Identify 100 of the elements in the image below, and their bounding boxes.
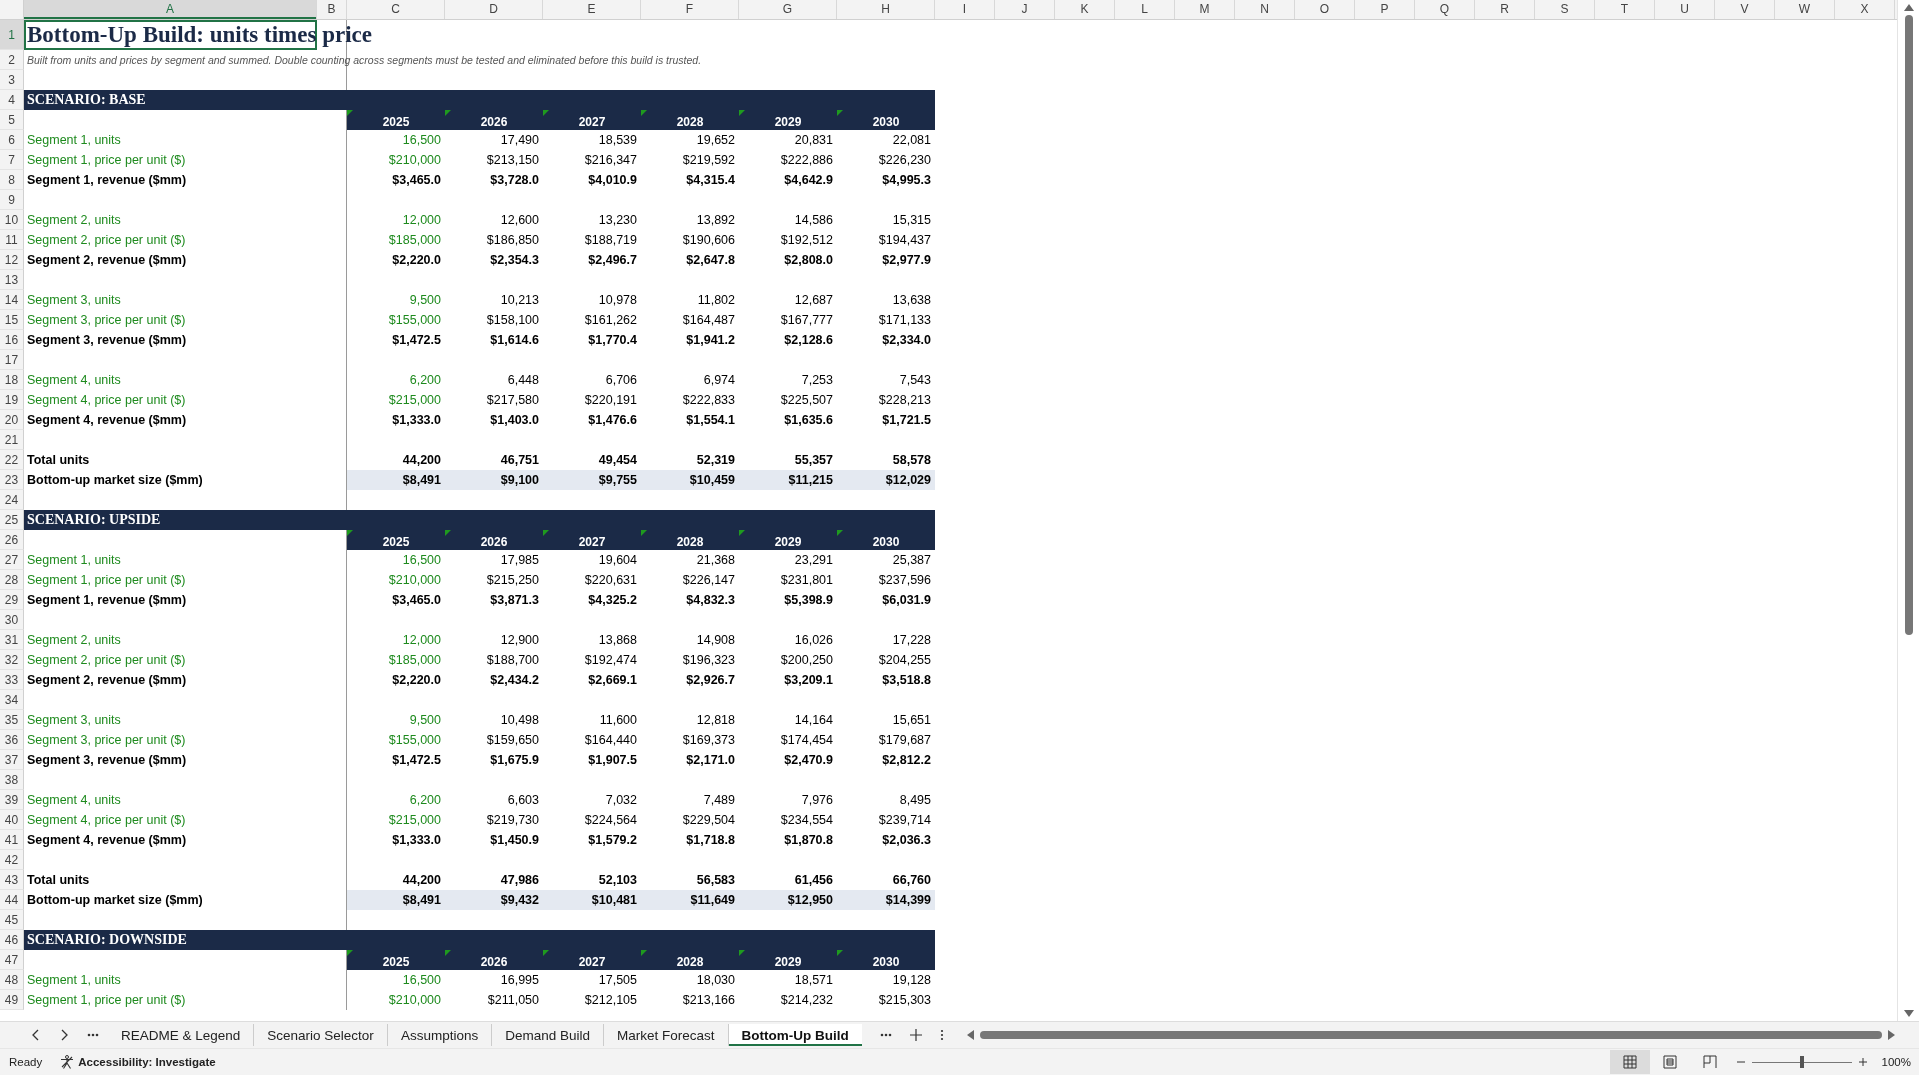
row-number[interactable]: 13 xyxy=(0,270,24,290)
column-header[interactable]: T xyxy=(1595,0,1655,19)
row-label: Segment 2, revenue ($mm) xyxy=(27,673,187,687)
row-number[interactable]: 1 xyxy=(0,20,24,50)
row-number[interactable]: 16 xyxy=(0,330,24,350)
sheet-tab[interactable]: Scenario Selector xyxy=(254,1024,388,1046)
scrollbar-thumb[interactable] xyxy=(1904,15,1913,635)
row-number[interactable]: 7 xyxy=(0,150,24,170)
row-number[interactable]: 10 xyxy=(0,210,24,230)
row-number[interactable]: 18 xyxy=(0,370,24,390)
row-number[interactable]: 22 xyxy=(0,450,24,470)
row-number[interactable]: 41 xyxy=(0,830,24,850)
sheet-tab[interactable]: README & Legend xyxy=(108,1024,255,1046)
row-number[interactable]: 11 xyxy=(0,230,24,250)
column-header[interactable]: K xyxy=(1055,0,1115,19)
row-number[interactable]: 2 xyxy=(0,50,24,70)
scroll-right-icon[interactable] xyxy=(1888,1030,1895,1040)
zoom-level[interactable]: 100% xyxy=(1881,1056,1911,1068)
row-number[interactable]: 32 xyxy=(0,650,24,670)
row-number[interactable]: 42 xyxy=(0,850,24,870)
column-header[interactable]: G xyxy=(739,0,837,19)
scroll-up-icon[interactable] xyxy=(1903,4,1914,11)
row-number[interactable]: 40 xyxy=(0,810,24,830)
row-number[interactable]: 14 xyxy=(0,290,24,310)
scrollbar-thumb[interactable] xyxy=(979,1031,1882,1039)
slider-thumb[interactable] xyxy=(1799,1056,1804,1068)
column-header[interactable]: M xyxy=(1175,0,1235,19)
sheet-tab[interactable]: Assumptions xyxy=(387,1024,493,1046)
column-header[interactable]: X xyxy=(1835,0,1895,19)
row-number[interactable]: 43 xyxy=(0,870,24,890)
column-header[interactable]: O xyxy=(1295,0,1355,19)
row-number[interactable]: 31 xyxy=(0,630,24,650)
row-number[interactable]: 29 xyxy=(0,590,24,610)
row-number[interactable]: 30 xyxy=(0,610,24,630)
chevron-left-icon[interactable] xyxy=(31,1029,41,1041)
row-label: Segment 3, revenue ($mm) xyxy=(27,753,187,767)
row-number[interactable]: 26 xyxy=(0,530,24,550)
row-number[interactable]: 23 xyxy=(0,470,24,490)
column-header[interactable]: B xyxy=(317,0,347,19)
row-number[interactable]: 46 xyxy=(0,930,24,950)
column-header[interactable]: U xyxy=(1655,0,1715,19)
column-header[interactable]: V xyxy=(1715,0,1775,19)
more-icon[interactable] xyxy=(879,1033,892,1037)
column-header[interactable]: H xyxy=(837,0,935,19)
row-number[interactable]: 44 xyxy=(0,890,24,910)
accessibility-status[interactable]: Accessibility: Investigate xyxy=(78,1056,216,1068)
view-button[interactable] xyxy=(1609,1050,1650,1074)
column-header[interactable]: A xyxy=(24,0,317,19)
row-number[interactable]: 38 xyxy=(0,770,24,790)
column-header[interactable]: E xyxy=(543,0,641,19)
row-number[interactable]: 17 xyxy=(0,350,24,370)
column-header[interactable]: L xyxy=(1115,0,1175,19)
row-number[interactable]: 25 xyxy=(0,510,24,530)
plus-icon[interactable] xyxy=(909,1029,922,1041)
column-header[interactable]: Q xyxy=(1415,0,1475,19)
row-number[interactable]: 45 xyxy=(0,910,24,930)
column-header[interactable]: F xyxy=(641,0,739,19)
column-header[interactable]: N xyxy=(1235,0,1295,19)
column-header[interactable]: J xyxy=(995,0,1055,19)
row-number[interactable]: 3 xyxy=(0,70,24,90)
row-number[interactable]: 24 xyxy=(0,490,24,510)
accessibility-icon[interactable] xyxy=(60,1055,75,1069)
column-header[interactable]: P xyxy=(1355,0,1415,19)
year-label: 2030 xyxy=(872,115,900,129)
scroll-down-icon[interactable] xyxy=(1903,1010,1914,1017)
column-header[interactable]: R xyxy=(1475,0,1535,19)
column-header[interactable]: C xyxy=(347,0,445,19)
zoom-in-icon[interactable] xyxy=(1857,1057,1868,1067)
row-number[interactable]: 33 xyxy=(0,670,24,690)
column-header[interactable]: D xyxy=(445,0,543,19)
row-number[interactable]: 48 xyxy=(0,970,24,990)
sheet-tab[interactable]: Bottom-Up Build xyxy=(728,1024,862,1046)
row-number[interactable]: 37 xyxy=(0,750,24,770)
scroll-left-icon[interactable] xyxy=(966,1030,974,1040)
row-number[interactable]: 20 xyxy=(0,410,24,430)
row-number[interactable]: 19 xyxy=(0,390,24,410)
row-number[interactable]: 5 xyxy=(0,110,24,130)
row-number[interactable]: 49 xyxy=(0,990,24,1010)
row-number[interactable]: 34 xyxy=(0,690,24,710)
row-number[interactable]: 15 xyxy=(0,310,24,330)
more-icon[interactable] xyxy=(87,1033,99,1037)
column-header[interactable]: S xyxy=(1535,0,1595,19)
sheet-tab[interactable]: Demand Build xyxy=(492,1024,604,1046)
sheet-tab[interactable]: Market Forecast xyxy=(603,1024,729,1046)
column-header[interactable]: W xyxy=(1775,0,1835,19)
row-number[interactable]: 21 xyxy=(0,430,24,450)
chevron-right-icon[interactable] xyxy=(59,1029,69,1041)
row-number[interactable]: 12 xyxy=(0,250,24,270)
row-number[interactable]: 35 xyxy=(0,710,24,730)
row-number[interactable]: 6 xyxy=(0,130,24,150)
row-number[interactable]: 39 xyxy=(0,790,24,810)
row-number[interactable]: 8 xyxy=(0,170,24,190)
row-number[interactable]: 36 xyxy=(0,730,24,750)
row-number[interactable]: 47 xyxy=(0,950,24,970)
row-number[interactable]: 4 xyxy=(0,90,24,110)
row-number[interactable]: 27 xyxy=(0,550,24,570)
vertical-dots-icon[interactable] xyxy=(939,1029,944,1041)
row-number[interactable]: 28 xyxy=(0,570,24,590)
column-header[interactable]: I xyxy=(935,0,995,19)
row-number[interactable]: 9 xyxy=(0,190,24,210)
